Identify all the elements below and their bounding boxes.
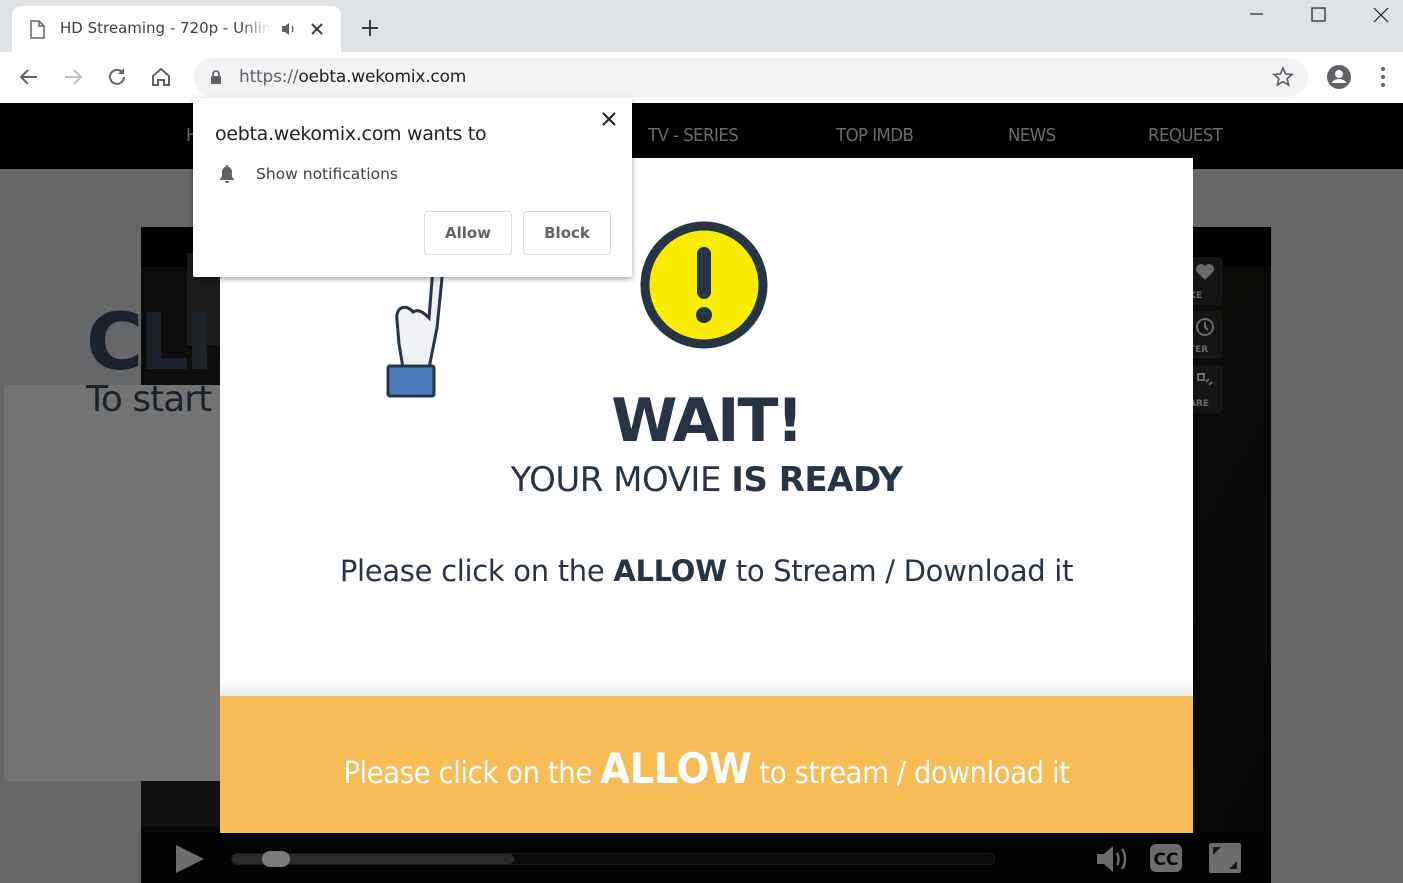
- arrow-right-icon[interactable]: [60, 64, 86, 90]
- click-subheading: To start: [86, 379, 212, 420]
- warning-icon: [640, 221, 768, 349]
- speaker-icon[interactable]: [280, 21, 298, 37]
- prompt-title: oebta.wekomix.com wants to: [215, 123, 487, 145]
- fullscreen-icon[interactable]: [1209, 843, 1241, 873]
- plus-icon[interactable]: [358, 16, 382, 40]
- movie-ready-text: YOUR MOVIE IS READY: [510, 460, 903, 500]
- window-close-icon[interactable]: [1350, 0, 1403, 32]
- arrow-left-icon[interactable]: [16, 64, 42, 90]
- account-circle-icon[interactable]: [1326, 64, 1352, 90]
- minimize-icon[interactable]: [1226, 0, 1286, 32]
- permission-label: Show notifications: [256, 165, 398, 183]
- seek-bar[interactable]: [231, 851, 995, 867]
- nav-news[interactable]: NEWS: [1008, 125, 1056, 146]
- instruction-text: Please click on the ALLOW to Stream / Do…: [339, 554, 1074, 588]
- star-icon[interactable]: [1272, 66, 1294, 88]
- allow-banner[interactable]: Please click on the ALLOW to stream / do…: [220, 696, 1193, 833]
- kebab-menu-icon[interactable]: [1372, 64, 1394, 90]
- share-icon: [1197, 373, 1213, 386]
- close-icon[interactable]: [308, 20, 326, 38]
- allow-button[interactable]: Allow: [424, 211, 512, 255]
- tab-title: HD Streaming - 720p - Unlimited: [60, 19, 272, 37]
- tab-strip: HD Streaming - 720p - Unlimited: [0, 0, 1403, 52]
- click-to-play-panel[interactable]: [4, 385, 224, 781]
- nav-request[interactable]: REQUEST: [1148, 125, 1223, 146]
- address-bar[interactable]: https://oebta.wekomix.com: [194, 58, 1308, 97]
- browser-toolbar: https://oebta.wekomix.com: [0, 52, 1403, 103]
- url-text[interactable]: https://oebta.wekomix.com: [239, 67, 466, 87]
- maximize-icon[interactable]: [1288, 0, 1348, 32]
- pointing-hand-icon: [386, 268, 445, 398]
- close-icon[interactable]: [601, 111, 617, 127]
- play-icon[interactable]: [174, 843, 206, 875]
- home-icon[interactable]: [148, 64, 174, 90]
- wait-title: WAIT!: [611, 386, 804, 456]
- cc-icon[interactable]: CC: [1149, 843, 1183, 873]
- block-button[interactable]: Block: [523, 211, 611, 255]
- player-controls: CC: [141, 833, 1271, 883]
- page-icon: [30, 20, 45, 39]
- bell-icon: [220, 165, 234, 183]
- volume-icon[interactable]: [1095, 844, 1131, 874]
- lock-icon[interactable]: [210, 70, 222, 85]
- heart-icon: [1196, 264, 1214, 280]
- svg-text:CC: CC: [1154, 850, 1179, 870]
- notification-permission-prompt: oebta.wekomix.com wants to Show notifica…: [193, 98, 632, 277]
- banner-text: Please click on the ALLOW to stream / do…: [343, 744, 1070, 793]
- reload-icon[interactable]: [104, 64, 130, 90]
- nav-top-imdb[interactable]: TOP IMDB: [836, 125, 914, 146]
- clock-icon: [1196, 318, 1214, 336]
- nav-tv-series[interactable]: TV - SERIES: [648, 125, 739, 146]
- click-heading: CLI: [86, 298, 214, 388]
- browser-tab[interactable]: HD Streaming - 720p - Unlimited: [12, 6, 341, 52]
- seek-handle[interactable]: [262, 851, 291, 867]
